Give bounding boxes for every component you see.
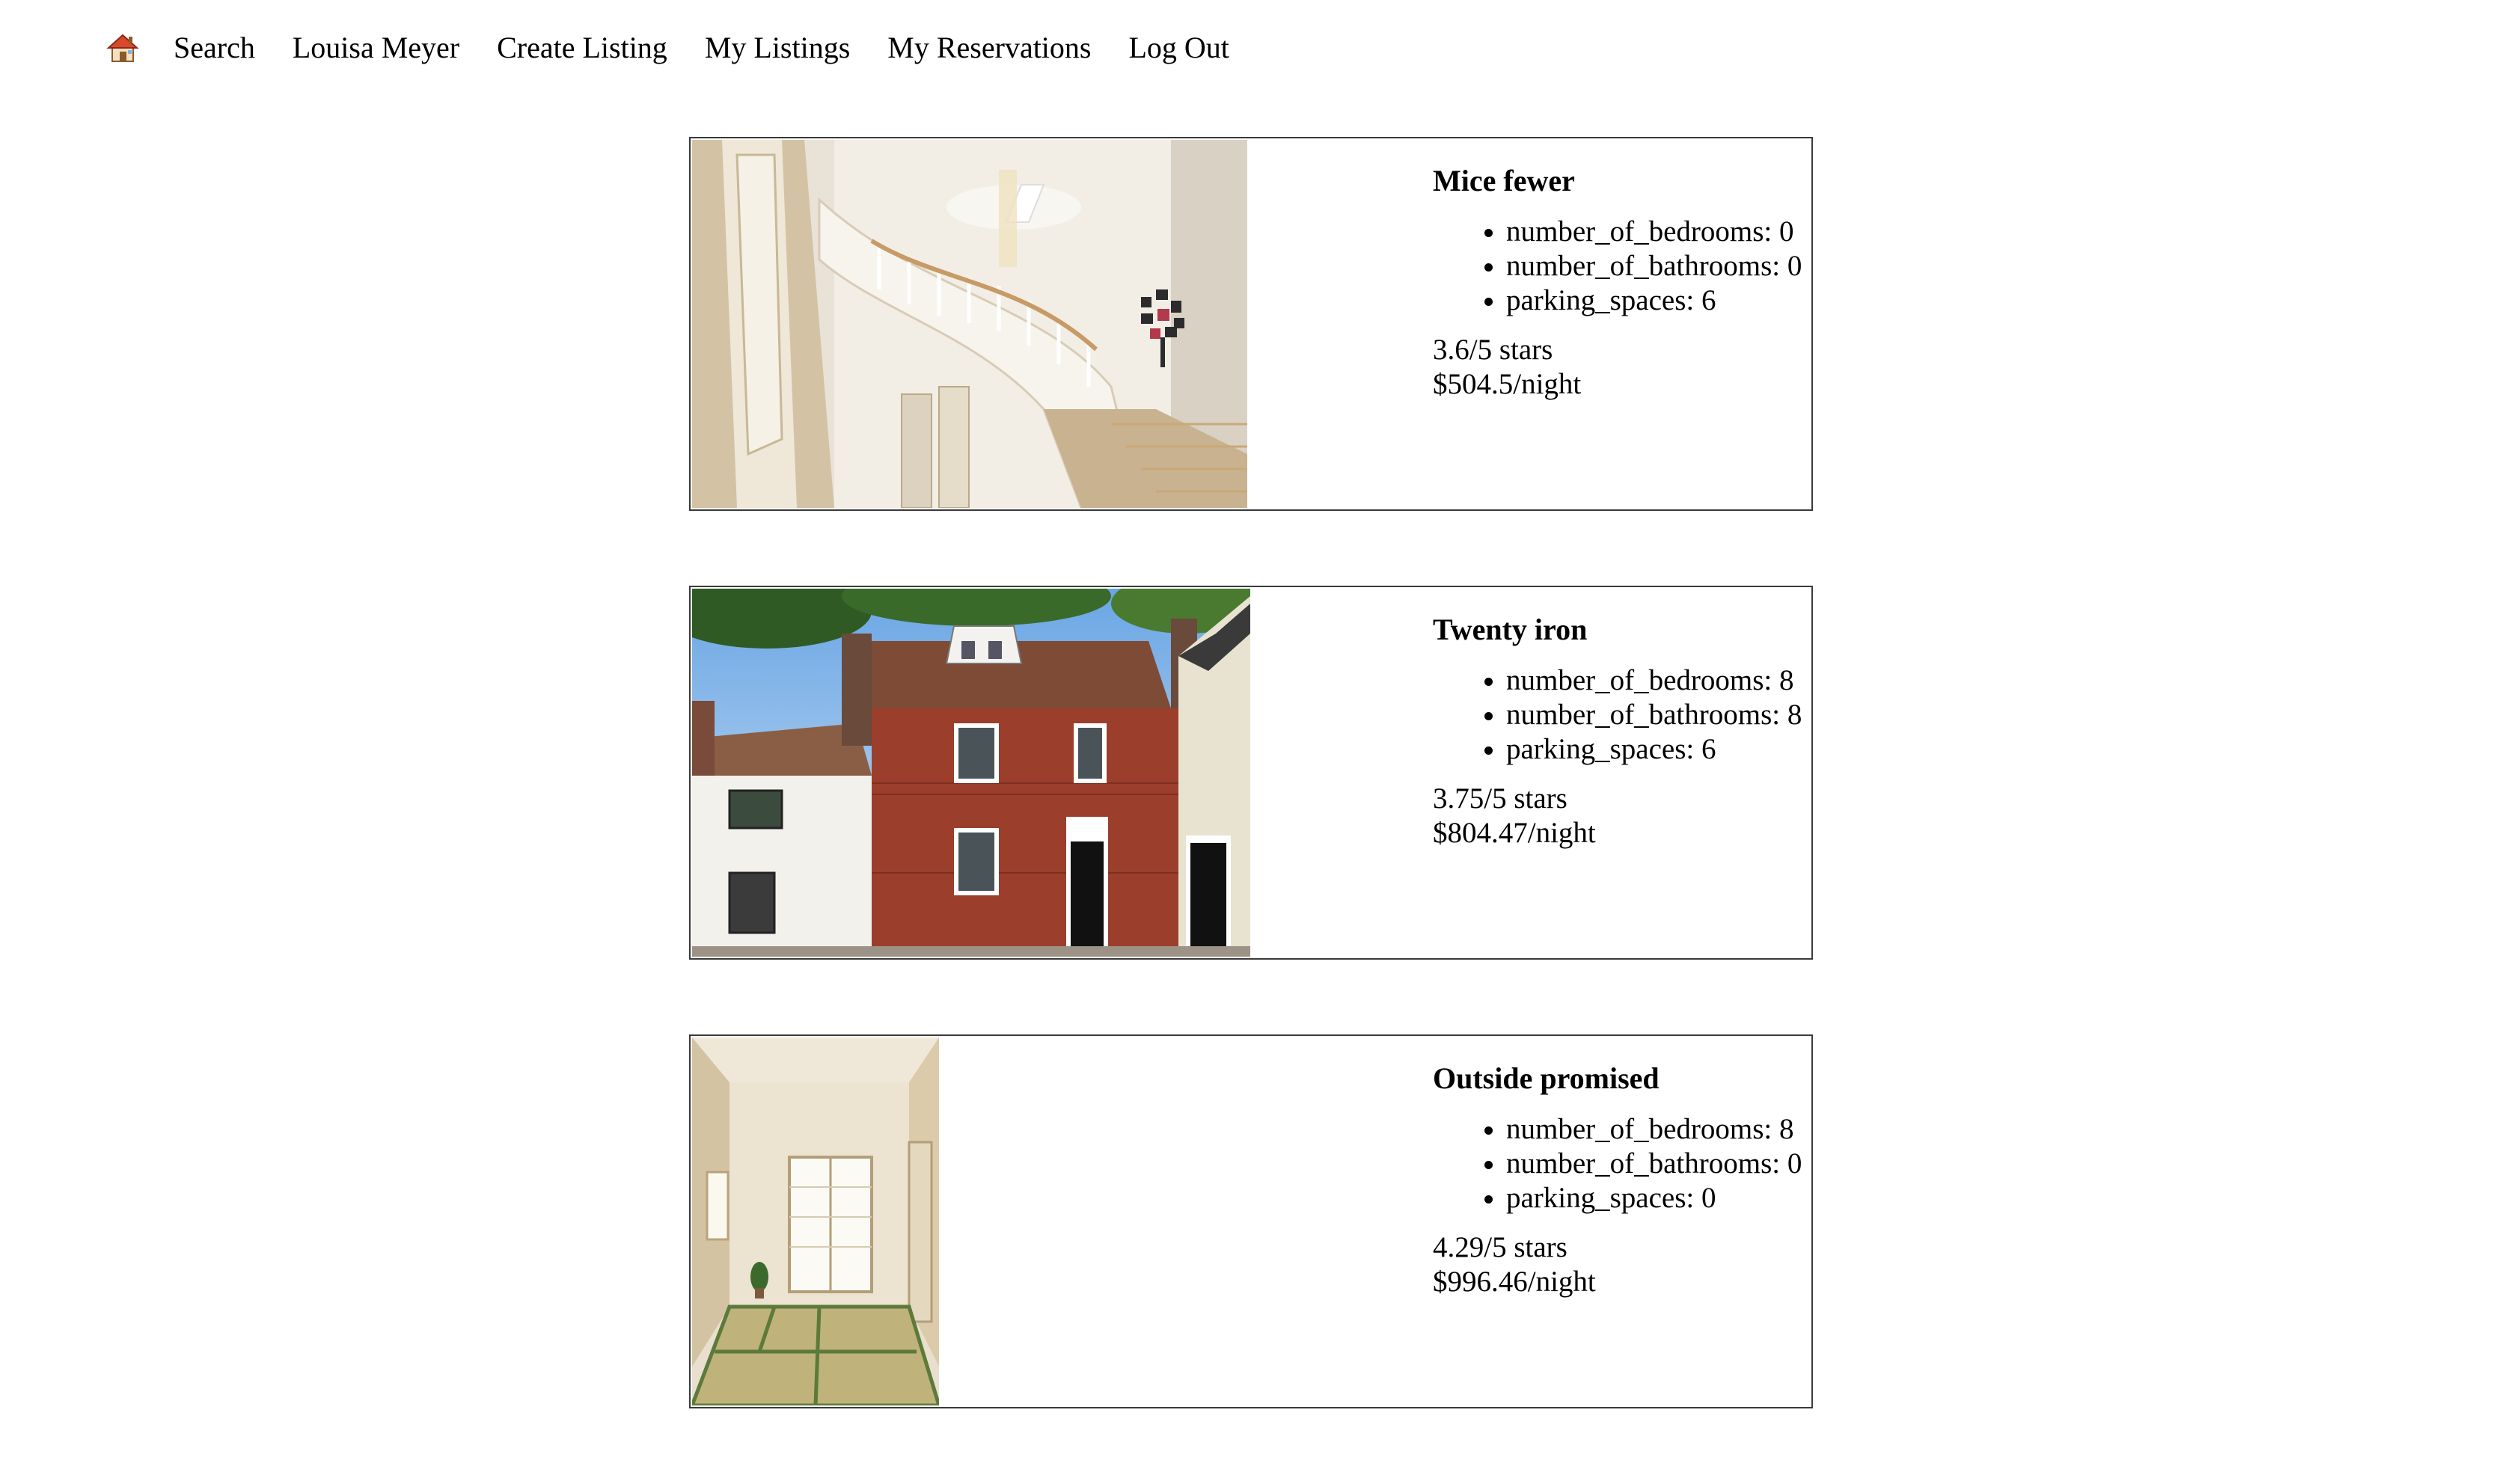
nav-logout-link[interactable]: Log Out (1128, 25, 1229, 70)
listing-info: Mice fewer number_of_bedrooms: 0 number_… (1433, 162, 1811, 402)
nav-my-reservations-link[interactable]: My Reservations (887, 25, 1091, 70)
feature-parking: parking_spaces: 6 (1506, 732, 1811, 767)
listing-photo-tatami-room (692, 1037, 939, 1405)
listing-rating: 4.29/5 stars (1433, 1231, 1567, 1263)
feature-bedrooms: number_of_bedrooms: 0 (1506, 215, 1811, 249)
listing-features: number_of_bedrooms: 8 number_of_bathroom… (1433, 663, 1811, 767)
listing-card[interactable]: Mice fewer number_of_bedrooms: 0 number_… (689, 137, 1813, 511)
feature-bathrooms: number_of_bathrooms: 0 (1506, 249, 1811, 283)
feature-bedrooms: number_of_bedrooms: 8 (1506, 1112, 1811, 1147)
nav-create-listing-link[interactable]: Create Listing (497, 25, 667, 70)
listing-title: Outside promised (1433, 1061, 1660, 1095)
listing-photo-brick-house (692, 589, 1250, 957)
nav-profile-link[interactable]: Louisa Meyer (293, 25, 459, 70)
listing-card[interactable]: Outside promised number_of_bedrooms: 8 n… (689, 1034, 1813, 1408)
nav-my-listings-link[interactable]: My Listings (705, 25, 850, 70)
top-nav: Search Louisa Meyer Create Listing My Li… (105, 25, 1267, 70)
listing-features: number_of_bedrooms: 8 number_of_bathroom… (1433, 1112, 1811, 1215)
listing-rating: 3.75/5 stars (1433, 782, 1567, 815)
feature-bathrooms: number_of_bathrooms: 8 (1506, 698, 1811, 732)
listing-price: $804.47/night (1433, 817, 1596, 849)
listing-price: $504.5/night (1433, 368, 1582, 400)
home-icon[interactable] (105, 30, 141, 66)
listing-features: number_of_bedrooms: 0 number_of_bathroom… (1433, 215, 1811, 318)
listing-info: Twenty iron number_of_bedrooms: 8 number… (1433, 611, 1811, 850)
listing-list: Mice fewer number_of_bedrooms: 0 number_… (689, 137, 1813, 1483)
listing-rating: 3.6/5 stars (1433, 334, 1553, 366)
feature-parking: parking_spaces: 0 (1506, 1181, 1811, 1215)
listing-title: Mice fewer (1433, 164, 1575, 197)
listing-card[interactable]: Twenty iron number_of_bedrooms: 8 number… (689, 586, 1813, 960)
listing-price: $996.46/night (1433, 1266, 1596, 1298)
feature-bedrooms: number_of_bedrooms: 8 (1506, 663, 1811, 698)
feature-parking: parking_spaces: 6 (1506, 283, 1811, 318)
nav-search-link[interactable]: Search (174, 25, 255, 70)
feature-bathrooms: number_of_bathrooms: 0 (1506, 1147, 1811, 1181)
listing-info: Outside promised number_of_bedrooms: 8 n… (1433, 1060, 1811, 1299)
listing-photo-staircase (692, 140, 1247, 508)
listing-title: Twenty iron (1433, 613, 1588, 646)
